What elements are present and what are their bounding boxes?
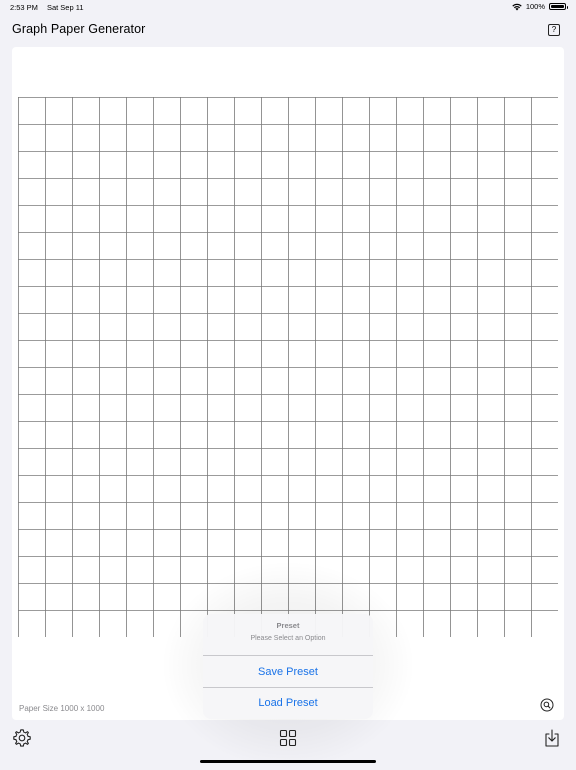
status-right: 100% <box>512 2 568 11</box>
save-preset-button[interactable]: Save Preset <box>203 656 373 687</box>
page-title: Graph Paper Generator <box>12 22 146 36</box>
preset-popover: Preset Please Select an Option Save Pres… <box>203 614 373 719</box>
help-button[interactable]: ? <box>548 24 560 36</box>
home-indicator <box>200 760 376 763</box>
popover-header: Preset Please Select an Option <box>203 614 373 656</box>
zoom-icon[interactable] <box>540 698 554 712</box>
battery-percent: 100% <box>525 2 545 11</box>
battery-fill <box>551 5 564 8</box>
gear-icon[interactable] <box>12 728 32 748</box>
paper-size-label: Paper Size 1000 x 1000 <box>19 704 105 713</box>
battery-icon <box>549 3 568 10</box>
grid-icon[interactable] <box>278 728 298 748</box>
status-date: Sat Sep 11 <box>46 3 84 12</box>
wifi-icon <box>512 3 522 10</box>
popover-title: Preset <box>276 621 300 630</box>
load-preset-button[interactable]: Load Preset <box>203 687 373 718</box>
status-left: 2:53 PM Sat Sep 11 <box>10 3 84 12</box>
help-label: ? <box>551 25 557 34</box>
status-bar: 2:53 PM Sat Sep 11 100% <box>0 0 576 14</box>
status-time: 2:53 PM <box>10 3 38 12</box>
download-icon[interactable] <box>542 728 562 748</box>
graph-grid <box>18 97 558 637</box>
popover-message: Please Select an Option <box>250 635 326 642</box>
